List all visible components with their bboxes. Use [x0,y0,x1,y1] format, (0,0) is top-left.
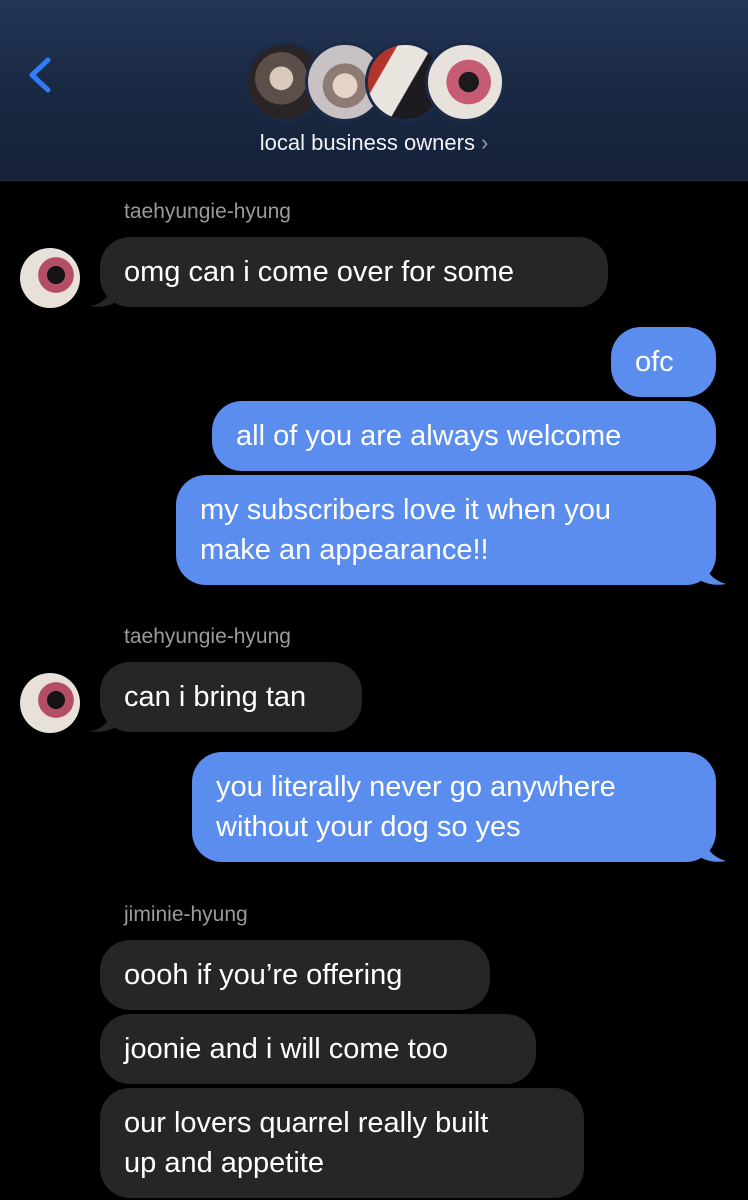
message-text-line: our lovers quarrel really built [124,1107,489,1139]
message-bubble[interactable]: my subscribers love it when you make an … [176,475,716,585]
sender-name: taehyungie-hyung [124,625,291,648]
message-bubble[interactable]: omg can i come over for some [100,237,608,307]
sender-name: jiminie-hyung [124,903,248,926]
message-bubble[interactable]: you literally never go anywhere without … [192,752,716,862]
message-bubble[interactable]: joonie and i will come too [100,1014,536,1084]
chevron-left-icon [29,57,51,93]
group-member-avatar [425,42,505,122]
message-text-line: without your dog so yes [216,811,521,843]
chevron-right-icon: › [480,130,489,155]
message-text-line: my subscribers love it when you [200,494,611,526]
message-text: all of you are always welcome [236,420,622,452]
message-text-line: make an appearance!! [200,534,489,566]
group-title[interactable]: local business owners › [0,130,748,156]
group-avatars[interactable] [245,42,505,122]
message-text-line: you literally never go anywhere [216,771,616,803]
message-text: can i bring tan [124,681,307,713]
group-name-label: local business owners [259,130,475,155]
message-text: ofc [635,346,674,378]
message-bubble[interactable]: ofc [611,327,716,397]
message-text: joonie and i will come too [124,1033,449,1065]
message-text: oooh if you’re offering [124,959,403,991]
message-text: omg can i come over for some [124,256,515,288]
message-bubble[interactable]: can i bring tan [100,662,362,732]
sender-avatar[interactable] [20,673,80,733]
sender-name: taehyungie-hyung [124,200,291,223]
conversation-header: local business owners › [0,0,748,181]
message-bubble[interactable]: oooh if you’re offering [100,940,490,1010]
back-button[interactable] [22,50,62,100]
sender-avatar[interactable] [20,248,80,308]
message-bubble[interactable]: our lovers quarrel really built up and a… [100,1088,584,1198]
message-bubble[interactable]: all of you are always welcome [212,401,716,471]
message-text-line: up and appetite [124,1147,324,1179]
